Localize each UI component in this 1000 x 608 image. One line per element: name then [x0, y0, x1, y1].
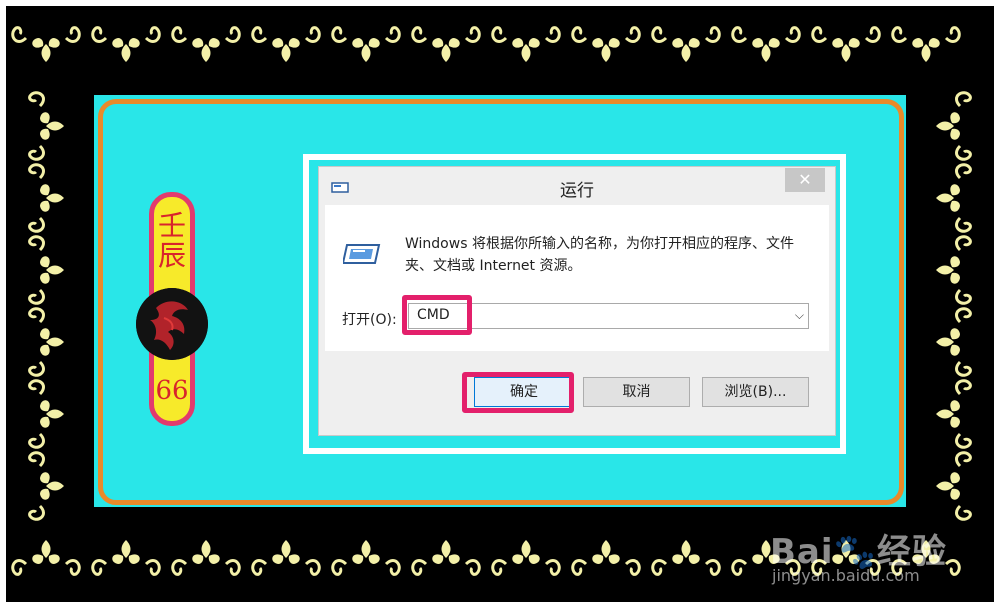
- ornament-flourish-icon: [491, 538, 561, 576]
- ornament-flourish-icon: [731, 26, 801, 64]
- ornament-flourish-icon: [28, 307, 66, 377]
- seal-top-text: 壬辰: [157, 209, 186, 272]
- ornament-flourish-icon: [251, 26, 321, 64]
- ornament-flourish-icon: [11, 26, 81, 64]
- dragon-emblem-icon: [136, 288, 208, 360]
- ornament-flourish-icon: [411, 538, 481, 576]
- cmd-highlight-box: [402, 295, 472, 335]
- ornament-flourish-icon: [934, 379, 972, 449]
- ornament-flourish-icon: [28, 379, 66, 449]
- ornament-flourish-icon: [28, 91, 66, 161]
- ornament-flourish-icon: [11, 538, 81, 576]
- ornament-flourish-icon: [331, 538, 401, 576]
- run-dialog: 运行 ✕ Windows 将根据你所输入的名称，为你打开相应的程序、文件夹、文档…: [318, 166, 836, 436]
- ornament-flourish-icon: [571, 26, 641, 64]
- open-label: 打开(O):: [342, 312, 397, 328]
- ornament-flourish-icon: [411, 26, 481, 64]
- ornament-flourish-icon: [171, 26, 241, 64]
- ornament-flourish-icon: [28, 235, 66, 305]
- seal-bottom-text: 99: [155, 373, 189, 403]
- ornament-flourish-icon: [651, 26, 721, 64]
- ok-highlight-box: [462, 372, 574, 413]
- ornament-flourish-icon: [811, 26, 881, 64]
- dialog-title: 运行: [560, 181, 594, 201]
- ornament-flourish-icon: [91, 26, 161, 64]
- dialog-titlebar[interactable]: 运行 ✕: [319, 167, 835, 205]
- ornament-flourish-icon: [934, 307, 972, 377]
- screenshot-canvas: 壬辰 99 运行 ✕ Windows 将根据你所输入的名称，为你打开相应的程序、…: [0, 0, 1000, 608]
- ornament-flourish-icon: [491, 26, 561, 64]
- browse-button[interactable]: 浏览(B)...: [702, 377, 809, 407]
- ornament-flourish-icon: [891, 26, 961, 64]
- ornament-flourish-icon: [651, 538, 721, 576]
- ornament-flourish-icon: [934, 235, 972, 305]
- chevron-down-icon[interactable]: ⌵: [795, 308, 804, 323]
- ornament-flourish-icon: [934, 91, 972, 161]
- watermark-url: jingyan.baidu.com: [772, 566, 920, 585]
- ornament-flourish-icon: [934, 163, 972, 233]
- baidu-watermark: Bai🐾经验 jingyan.baidu.com: [770, 500, 1000, 600]
- dialog-body: Windows 将根据你所输入的名称，为你打开相应的程序、文件夹、文档或 Int…: [325, 205, 829, 351]
- run-icon: [341, 241, 383, 271]
- ornament-flourish-icon: [28, 451, 66, 521]
- ornament-flourish-icon: [171, 538, 241, 576]
- ornament-flourish-icon: [571, 538, 641, 576]
- ornament-flourish-icon: [91, 538, 161, 576]
- cancel-button[interactable]: 取消: [583, 377, 690, 407]
- dialog-description: Windows 将根据你所输入的名称，为你打开相应的程序、文件夹、文档或 Int…: [405, 236, 794, 274]
- ornament-flourish-icon: [28, 163, 66, 233]
- ornament-flourish-icon: [251, 538, 321, 576]
- close-button[interactable]: ✕: [785, 168, 825, 192]
- ornament-flourish-icon: [331, 26, 401, 64]
